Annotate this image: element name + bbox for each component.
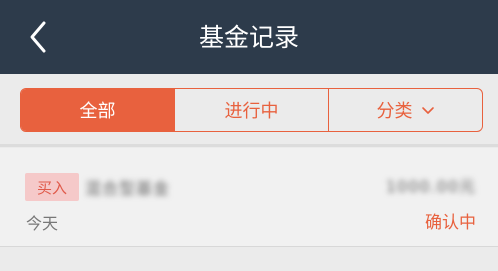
fund-name: 混合型基金 [85,179,171,198]
tab-category[interactable]: 分类 [328,89,482,131]
list-item[interactable]: 买入 混合型基金 今天 1000.00元 确认中 [0,148,498,246]
type-badge: 买入 [25,173,79,201]
section-divider [0,144,498,147]
record-amount: 1000.00元 [385,177,476,196]
page-title: 基金记录 [198,23,299,52]
chevron-down-icon [421,100,435,121]
status-badge: 确认中 [425,213,476,233]
tab-all-label: 全部 [79,101,116,122]
tab-category-label: 分类 [376,101,413,122]
tab-all[interactable]: 全部 [21,89,174,131]
app-root: 基金记录 全部 进行中 分类 买入 混合型基金 今天 1000.00元 确认中 [0,0,498,271]
top-nav-bar: 基金记录 [0,0,498,74]
list-divider [0,246,498,247]
tab-in-progress-label: 进行中 [224,101,279,122]
filter-tabs: 全部 进行中 分类 [20,88,483,132]
record-date: 今天 [26,214,59,233]
tab-in-progress[interactable]: 进行中 [174,89,328,131]
